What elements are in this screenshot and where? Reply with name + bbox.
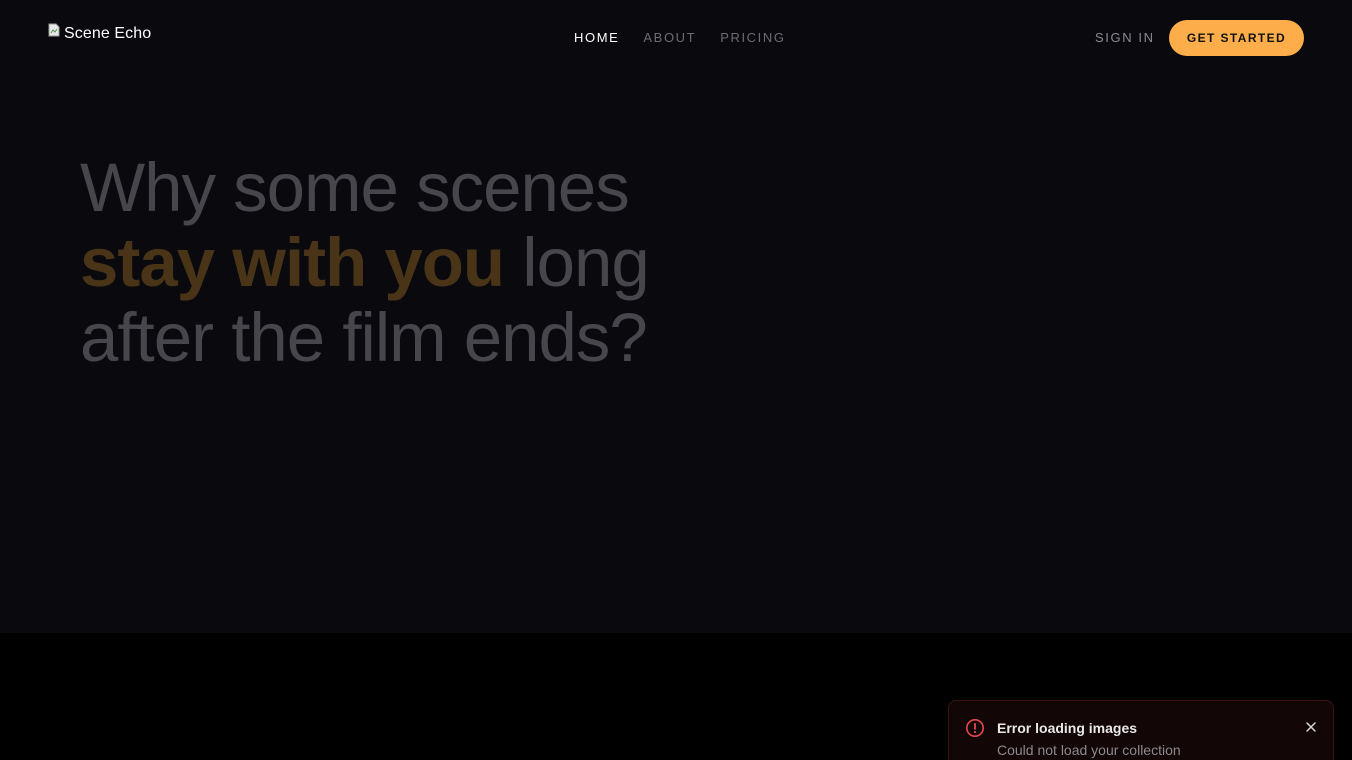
headline-accent: stay with you bbox=[80, 224, 505, 301]
error-toast: Error loading images Could not load your… bbox=[948, 700, 1334, 760]
close-icon bbox=[1306, 722, 1316, 732]
headline-line-1: Why some scenes bbox=[80, 149, 630, 226]
nav-about[interactable]: ABOUT bbox=[643, 30, 696, 46]
logo-link[interactable]: Scene Echo bbox=[48, 22, 151, 46]
nav-pricing[interactable]: PRICING bbox=[720, 30, 785, 46]
sign-in-link[interactable]: SIGN IN bbox=[1095, 30, 1155, 46]
toast-description: Could not load your collection bbox=[997, 742, 1181, 758]
toast-close-button[interactable] bbox=[1302, 718, 1320, 736]
headline-line-2-rest: long bbox=[504, 224, 649, 301]
nav-home[interactable]: HOME bbox=[574, 30, 619, 46]
get-started-button[interactable]: GET STARTED bbox=[1169, 20, 1304, 56]
headline-line-2: stay with you long bbox=[80, 224, 650, 301]
hero-headline: Why some scenes stay with you long after… bbox=[80, 149, 650, 376]
logo-alt-text: Scene Echo bbox=[64, 25, 152, 42]
toast-title: Error loading images bbox=[997, 720, 1138, 736]
page: Scene Echo HOME ABOUT PRICING SIGN IN GE… bbox=[0, 0, 1352, 760]
alert-circle-icon bbox=[966, 719, 984, 737]
hero-section: Scene Echo HOME ABOUT PRICING SIGN IN GE… bbox=[0, 0, 1352, 633]
broken-image-icon bbox=[48, 23, 60, 37]
main-nav: HOME ABOUT PRICING bbox=[574, 30, 786, 46]
headline-line-3: after the film ends? bbox=[80, 299, 648, 376]
